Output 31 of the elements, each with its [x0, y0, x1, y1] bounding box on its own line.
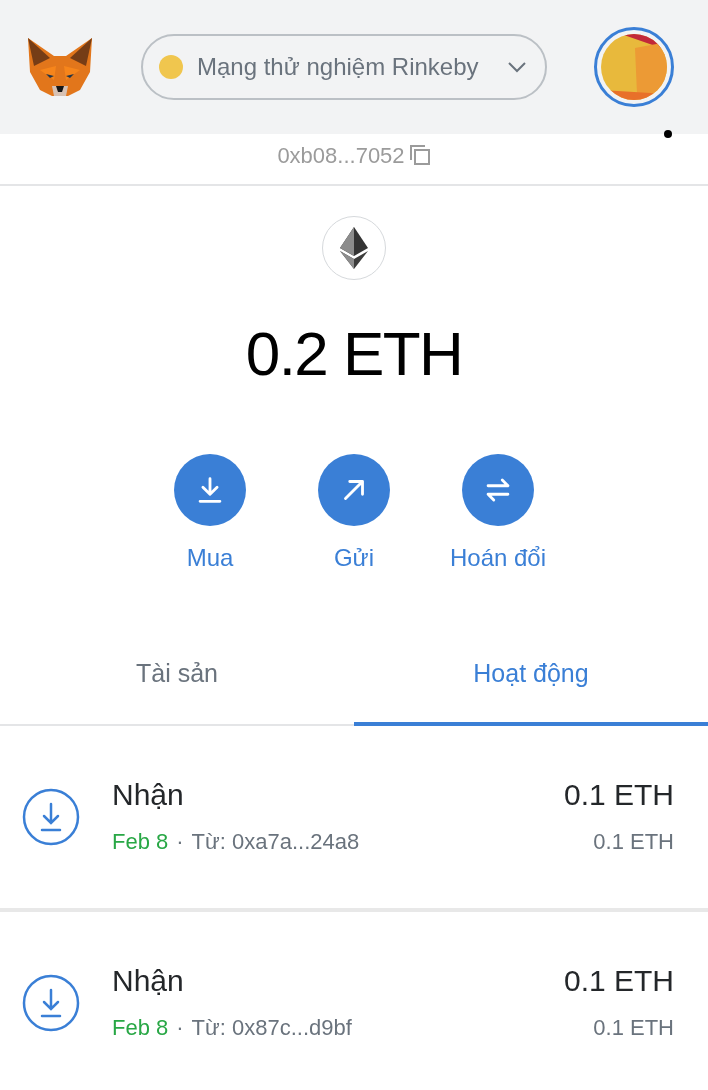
receive-icon [22, 788, 80, 846]
action-label: Mua [186, 543, 234, 573]
fox-logo-icon [26, 36, 94, 98]
tab[interactable]: Hoạt động [354, 626, 708, 726]
wallet-action-button[interactable]: Hoán đổi [445, 454, 551, 576]
transaction-title: Nhận [112, 963, 185, 999]
separator-dot: · [176, 828, 184, 856]
transaction-sender: Từ: 0xa7a...24a8 [191, 828, 360, 856]
transaction-sender: Từ: 0x87c...d9bf [191, 1014, 352, 1042]
account-address-copy[interactable]: 0xb08...7052 [277, 138, 431, 172]
separator-dot: · [176, 1014, 184, 1042]
transaction-date: Feb 8 [112, 828, 169, 856]
transaction-fiat-amount: 0.1 ETH [593, 828, 674, 856]
balance-amount: 0.2 ETH [245, 318, 463, 390]
transaction-row[interactable]: Nhận Feb 8 · Từ: 0xa7a...24a8 0.1 ETH 0.1 ETH [0, 726, 708, 912]
receive-icon [22, 974, 80, 1032]
transaction-date: Feb 8 [112, 1014, 169, 1042]
wallet-action-button[interactable]: Gửi [301, 454, 407, 576]
menu-dots-icon[interactable] [664, 130, 672, 138]
wallet-action-button[interactable]: Mua [157, 454, 263, 576]
copy-icon [408, 144, 431, 166]
transaction-amount: 0.1 ETH [563, 777, 674, 813]
tab[interactable]: Tài sản [0, 626, 354, 726]
transaction-amount: 0.1 ETH [563, 963, 674, 999]
network-selector[interactable]: Mạng thử nghiệm Rinkeby [141, 34, 547, 100]
transaction-fiat-amount: 0.1 ETH [593, 1014, 674, 1042]
account-avatar[interactable] [594, 27, 674, 107]
transaction-row[interactable]: Nhận Feb 8 · Từ: 0x87c...d9bf 0.1 ETH 0.1 ETH [0, 912, 708, 1090]
transaction-title: Nhận [112, 777, 185, 813]
action-label: Gửi [333, 543, 375, 573]
action-label: Hoán đổi [449, 543, 547, 573]
